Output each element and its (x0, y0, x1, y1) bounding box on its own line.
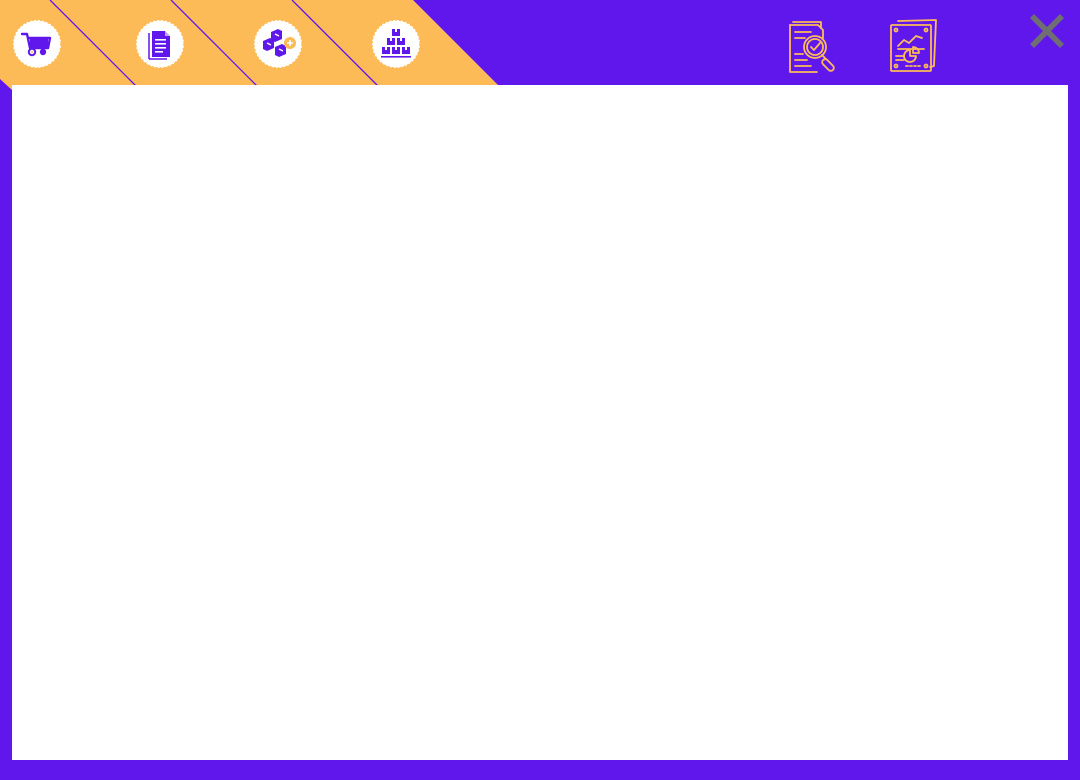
stacked-boxes-icon (371, 19, 421, 69)
nav-button-add-products[interactable] (253, 19, 303, 69)
content-panel (12, 85, 1068, 760)
report-chart-icon (890, 19, 937, 72)
reports-button[interactable] (886, 16, 942, 74)
close-icon (1030, 14, 1064, 48)
document-search-check-icon (789, 21, 835, 73)
document-icon (135, 19, 185, 69)
nav-button-cart[interactable] (12, 19, 62, 69)
search-documents-button[interactable] (787, 16, 843, 74)
nav-button-documents[interactable] (135, 19, 185, 69)
shopping-cart-icon (12, 19, 62, 69)
boxes-add-icon (253, 19, 303, 69)
nav-button-inventory[interactable] (371, 19, 421, 69)
close-button[interactable] (1024, 8, 1070, 54)
app-window (0, 0, 1080, 780)
